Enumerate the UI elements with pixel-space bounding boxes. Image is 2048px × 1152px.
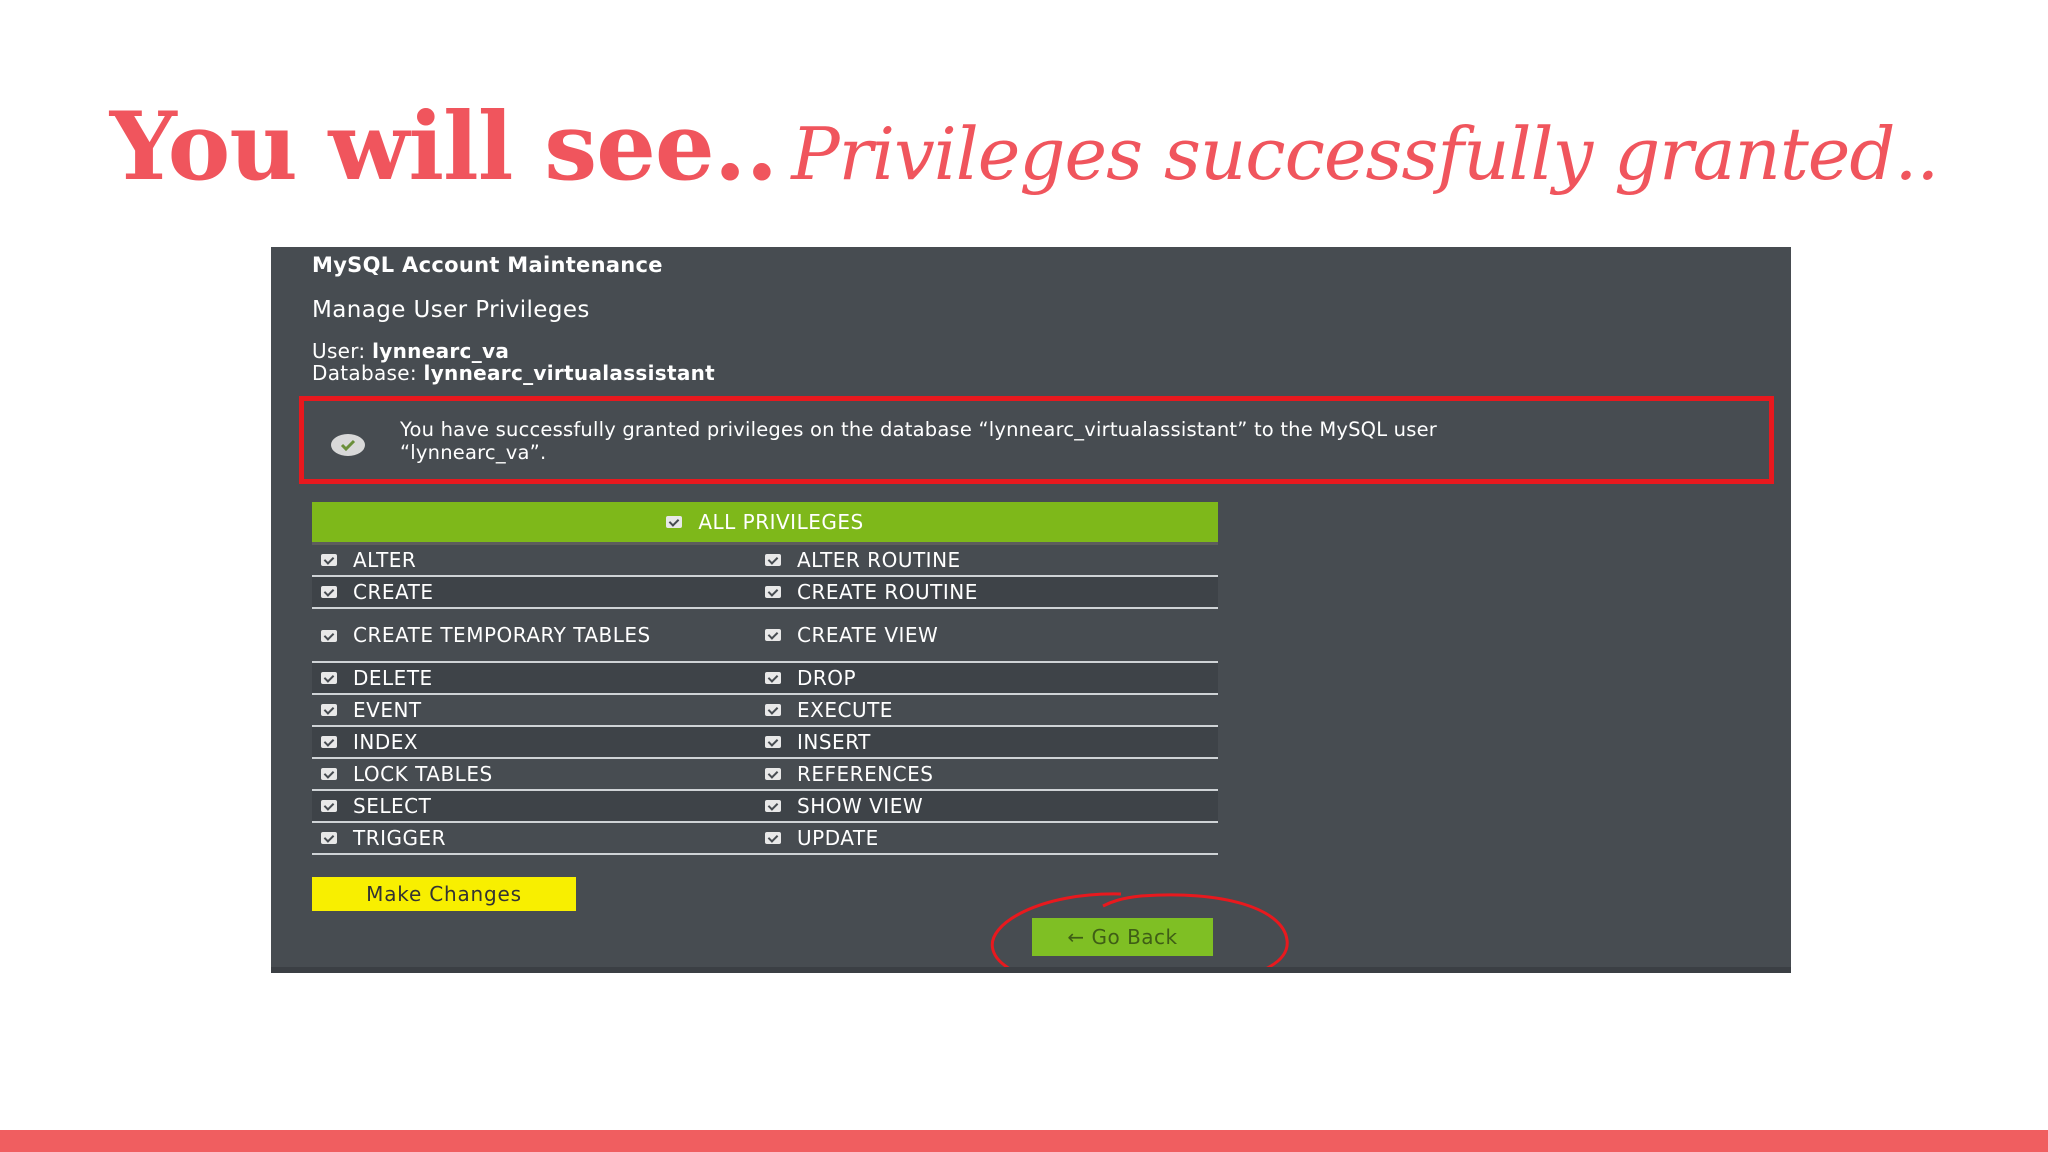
privilege-label: LOCK TABLES bbox=[353, 762, 493, 786]
success-message-line-1: You have successfully granted privileges… bbox=[400, 418, 1437, 441]
privilege-cell[interactable]: LOCK TABLES bbox=[312, 762, 765, 786]
checkbox-checked-icon[interactable] bbox=[765, 768, 781, 780]
privilege-cell[interactable]: INSERT bbox=[765, 730, 1218, 754]
privilege-row: TRIGGER UPDATE bbox=[312, 823, 1218, 855]
make-changes-button[interactable]: Make Changes bbox=[312, 877, 576, 911]
checkbox-checked-icon[interactable] bbox=[765, 736, 781, 748]
checkbox-checked-icon[interactable] bbox=[321, 630, 337, 642]
privilege-cell[interactable]: SELECT bbox=[312, 794, 765, 818]
user-value: lynnearc_va bbox=[372, 339, 510, 363]
privilege-label: ALTER bbox=[353, 548, 417, 572]
privilege-cell[interactable]: REFERENCES bbox=[765, 762, 1218, 786]
checkbox-checked-icon[interactable] bbox=[321, 704, 337, 716]
slide-title-main: You will see.. bbox=[109, 92, 778, 202]
privilege-cell[interactable]: UPDATE bbox=[765, 826, 1218, 850]
privilege-label: INDEX bbox=[353, 730, 419, 754]
privilege-cell[interactable]: INDEX bbox=[312, 730, 765, 754]
red-circle-annotation bbox=[990, 892, 1289, 973]
success-message-line-2: “lynnearc_va”. bbox=[400, 441, 547, 464]
section-title: MySQL Account Maintenance bbox=[312, 253, 663, 277]
checkbox-checked-icon[interactable] bbox=[765, 800, 781, 812]
slide-bottom-bar bbox=[0, 1130, 2048, 1152]
checkbox-checked-icon[interactable] bbox=[321, 672, 337, 684]
privilege-label: UPDATE bbox=[797, 826, 879, 850]
privilege-row: ALTER ALTER ROUTINE bbox=[312, 545, 1218, 577]
screenshot-footer-strip bbox=[271, 967, 1791, 973]
privilege-label: INSERT bbox=[797, 730, 871, 754]
privileges-table: ALL PRIVILEGES ALTER ALTER ROUTINE CREAT… bbox=[312, 502, 1218, 855]
privilege-cell[interactable]: SHOW VIEW bbox=[765, 794, 1218, 818]
checkbox-checked-icon[interactable] bbox=[321, 736, 337, 748]
privilege-label: CREATE bbox=[353, 580, 434, 604]
privilege-cell[interactable]: DELETE bbox=[312, 666, 765, 690]
privilege-row: LOCK TABLES REFERENCES bbox=[312, 759, 1218, 791]
privilege-row: SELECT SHOW VIEW bbox=[312, 791, 1218, 823]
privilege-label: DROP bbox=[797, 666, 857, 690]
checkbox-checked-icon[interactable] bbox=[321, 554, 337, 566]
privilege-label: CREATE VIEW bbox=[797, 623, 939, 647]
database-line: Database: lynnearc_virtualassistant bbox=[312, 361, 715, 385]
privilege-cell[interactable]: CREATE VIEW bbox=[765, 623, 1218, 647]
user-line: User: lynnearc_va bbox=[312, 339, 509, 363]
privilege-cell[interactable]: CREATE bbox=[312, 580, 765, 604]
checkbox-checked-icon[interactable] bbox=[765, 586, 781, 598]
privilege-label: EVENT bbox=[353, 698, 422, 722]
page-heading: Manage User Privileges bbox=[312, 297, 590, 323]
checkbox-checked-icon[interactable] bbox=[765, 629, 781, 641]
privilege-label: CREATE ROUTINE bbox=[797, 580, 978, 604]
checkbox-checked-icon[interactable] bbox=[765, 832, 781, 844]
privilege-row: CREATE CREATE ROUTINE bbox=[312, 577, 1218, 609]
database-value: lynnearc_virtualassistant bbox=[423, 361, 716, 385]
privilege-label: ALTER ROUTINE bbox=[797, 548, 961, 572]
privilege-cell[interactable]: ALTER bbox=[312, 548, 765, 572]
slide-title-italic: Privileges successfully granted.. bbox=[791, 112, 1939, 196]
privilege-label: TRIGGER bbox=[353, 826, 447, 850]
check-circle-icon bbox=[331, 434, 365, 456]
database-label: Database: bbox=[312, 361, 417, 385]
cpanel-screenshot: MySQL Account Maintenance Manage User Pr… bbox=[271, 247, 1791, 973]
privilege-label: EXECUTE bbox=[797, 698, 893, 722]
all-privileges-label: ALL PRIVILEGES bbox=[698, 510, 864, 534]
checkbox-checked-icon[interactable] bbox=[321, 768, 337, 780]
privilege-cell[interactable]: CREATE ROUTINE bbox=[765, 580, 1218, 604]
privilege-cell[interactable]: DROP bbox=[765, 666, 1218, 690]
checkbox-checked-icon[interactable] bbox=[765, 554, 781, 566]
privilege-cell[interactable]: TRIGGER bbox=[312, 826, 765, 850]
privilege-label: SHOW VIEW bbox=[797, 794, 924, 818]
all-privileges-row[interactable]: ALL PRIVILEGES bbox=[312, 502, 1218, 545]
privilege-row: EVENT EXECUTE bbox=[312, 695, 1218, 727]
privilege-label: CREATE TEMPORARY TABLES bbox=[353, 623, 651, 647]
checkbox-checked-icon[interactable] bbox=[321, 832, 337, 844]
success-message-box: You have successfully granted privileges… bbox=[299, 396, 1774, 484]
privilege-row: DELETE DROP bbox=[312, 663, 1218, 695]
privilege-cell[interactable]: ALTER ROUTINE bbox=[765, 548, 1218, 572]
privilege-cell[interactable]: EXECUTE bbox=[765, 698, 1218, 722]
checkbox-checked-icon[interactable] bbox=[765, 672, 781, 684]
privilege-label: REFERENCES bbox=[797, 762, 934, 786]
checkbox-checked-icon[interactable] bbox=[321, 800, 337, 812]
privilege-cell[interactable]: CREATE TEMPORARY TABLES bbox=[312, 624, 765, 646]
privilege-row: INDEX INSERT bbox=[312, 727, 1218, 759]
success-message: You have successfully granted privileges… bbox=[400, 418, 1760, 464]
privilege-label: DELETE bbox=[353, 666, 433, 690]
user-label: User: bbox=[312, 339, 366, 363]
privilege-cell[interactable]: EVENT bbox=[312, 698, 765, 722]
slide-title: You will see.. Privileges successfully gr… bbox=[0, 92, 2048, 202]
checkbox-checked-icon[interactable] bbox=[765, 704, 781, 716]
checkbox-checked-icon[interactable] bbox=[321, 586, 337, 598]
privilege-label: SELECT bbox=[353, 794, 432, 818]
checkbox-checked-icon[interactable] bbox=[666, 516, 683, 528]
privilege-row: CREATE TEMPORARY TABLES CREATE VIEW bbox=[312, 609, 1218, 663]
